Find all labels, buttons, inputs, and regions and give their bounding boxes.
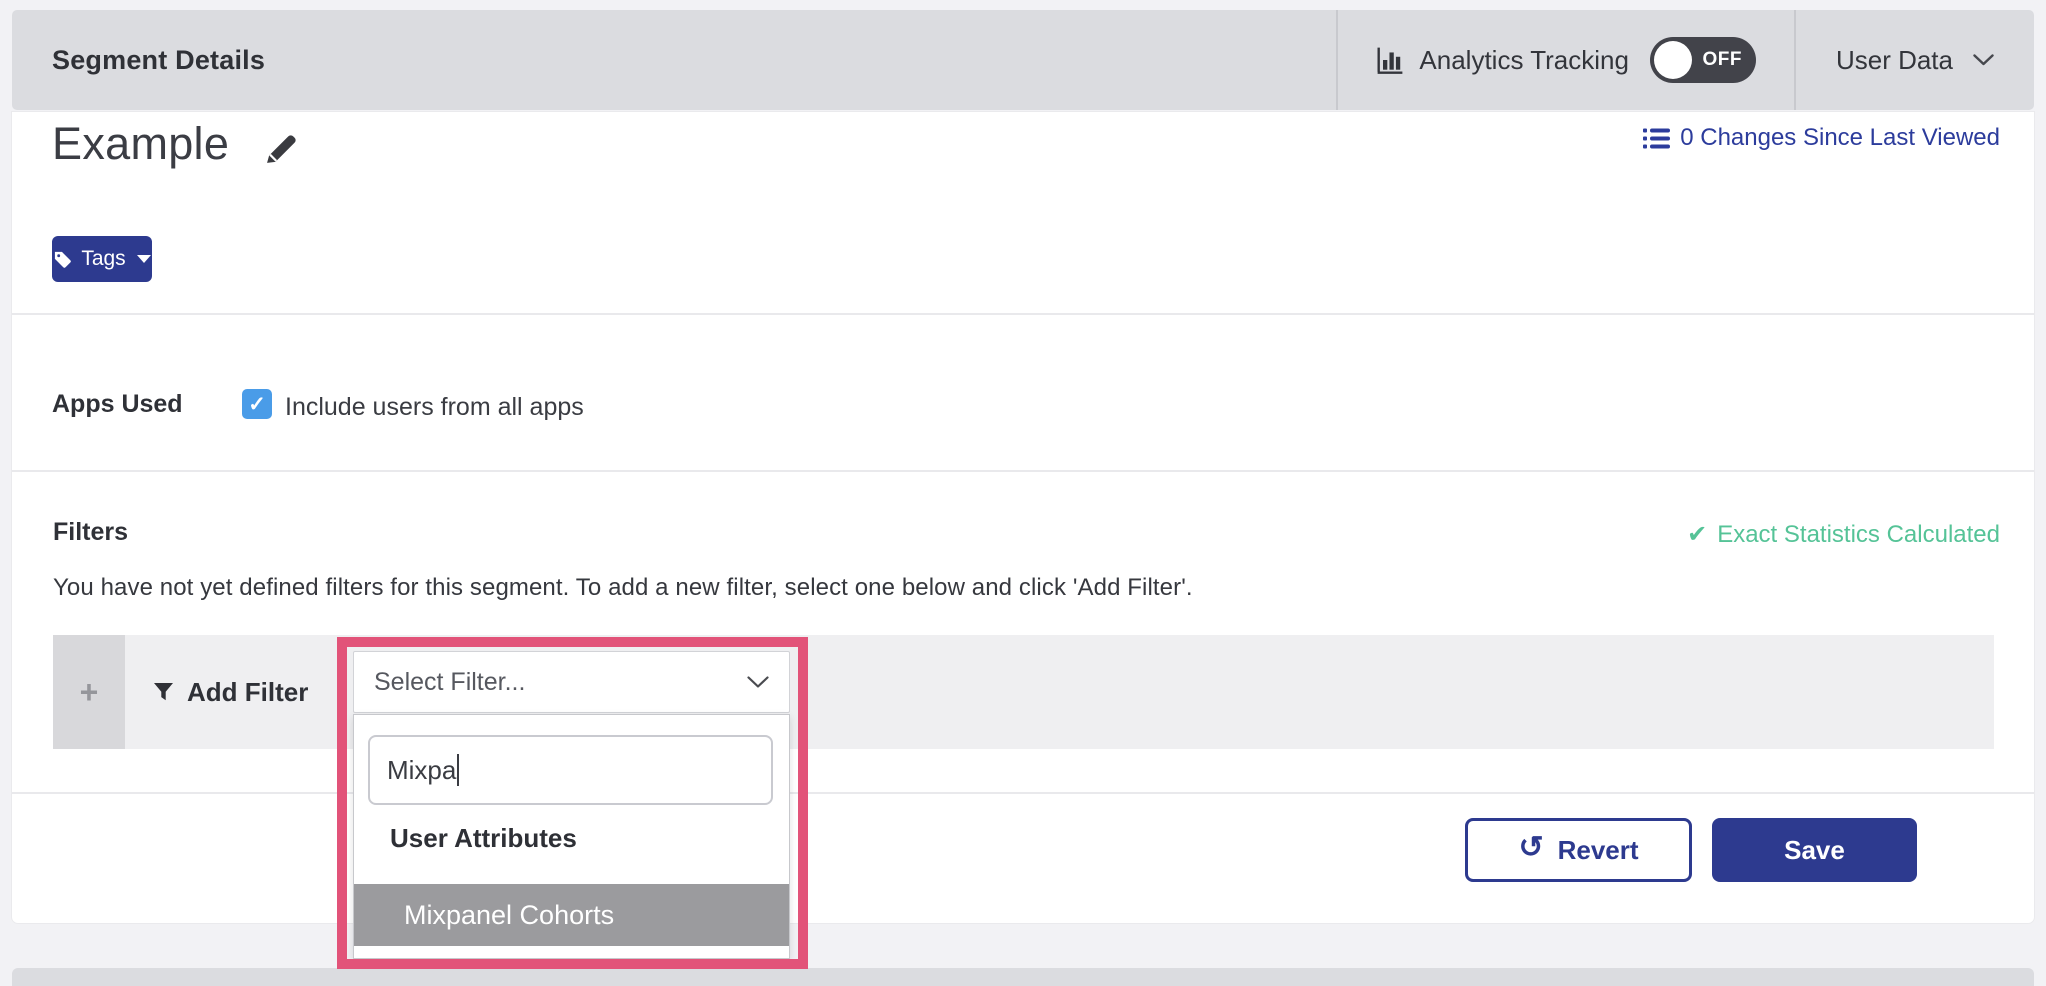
bar-chart-icon <box>1376 46 1404 74</box>
changes-link-label: 0 Changes Since Last Viewed <box>1680 124 2000 152</box>
text-cursor <box>457 754 459 786</box>
user-data-dropdown[interactable]: User Data <box>1796 45 2034 76</box>
segment-name: Example <box>52 118 229 170</box>
save-button-label: Save <box>1784 835 1845 866</box>
undo-icon: ↺ <box>1518 833 1543 863</box>
filters-heading: Filters <box>53 518 128 547</box>
section-divider <box>12 792 2034 794</box>
check-icon: ✔ <box>1687 523 1707 547</box>
changes-since-last-viewed-link[interactable]: 0 Changes Since Last Viewed <box>1643 124 2000 152</box>
add-filter-plus-button[interactable]: + <box>53 635 125 749</box>
apps-used-label: Apps Used <box>52 390 183 419</box>
exact-statistics-label: Exact Statistics Calculated <box>1717 521 2000 549</box>
check-icon: ✓ <box>248 392 266 417</box>
filter-funnel-icon <box>153 682 174 702</box>
include-all-apps-checkbox[interactable]: ✓ <box>242 389 272 419</box>
revert-button[interactable]: ↺ Revert <box>1465 818 1692 882</box>
user-data-label: User Data <box>1836 45 1953 76</box>
dropdown-group-header: User Attributes <box>390 823 577 854</box>
change-list-icon <box>1643 128 1670 149</box>
filters-empty-message: You have not yet defined filters for thi… <box>53 574 1193 602</box>
chevron-down-icon <box>1973 54 1994 66</box>
analytics-tracking-toggle[interactable]: OFF <box>1650 37 1756 83</box>
section-divider <box>12 313 2034 315</box>
dropdown-option-mixpanel-cohorts[interactable]: Mixpanel Cohorts <box>354 884 789 946</box>
page-title: Segment Details <box>52 45 265 76</box>
include-all-apps-label: Include users from all apps <box>285 393 584 422</box>
filter-select-trigger[interactable]: Select Filter... <box>353 651 790 713</box>
analytics-tracking-control: Analytics Tracking OFF <box>1338 37 1794 83</box>
revert-button-label: Revert <box>1558 835 1639 866</box>
dropdown-option-label: Mixpanel Cohorts <box>404 900 614 931</box>
add-filter-row: + Add Filter <box>53 635 1994 749</box>
filter-select-dropdown: Mixpa User Attributes Mixpanel Cohorts <box>353 714 790 959</box>
toggle-knob <box>1654 41 1692 79</box>
filter-search-value: Mixpa <box>387 755 456 786</box>
segment-detail-card: Example 0 Changes Since Last Viewed <box>12 112 2034 923</box>
section-divider <box>12 470 2034 472</box>
add-filter-label-group: Add Filter <box>153 677 308 708</box>
tag-icon <box>53 250 72 269</box>
filter-select-placeholder: Select Filter... <box>374 668 525 697</box>
edit-name-pencil-icon[interactable] <box>262 130 300 168</box>
header-bar: Segment Details Analytics Tracking OFF U <box>12 10 2034 110</box>
exact-statistics-badge: ✔ Exact Statistics Calculated <box>1687 521 2000 549</box>
filter-search-input[interactable]: Mixpa <box>368 735 773 805</box>
tags-button[interactable]: Tags <box>52 236 152 282</box>
save-button[interactable]: Save <box>1712 818 1917 882</box>
tags-button-label: Tags <box>81 247 125 271</box>
toggle-state-label: OFF <box>1702 49 1742 71</box>
segment-details-page: Segment Details Analytics Tracking OFF U <box>0 0 2046 986</box>
next-section-header-bar <box>12 968 2034 986</box>
chevron-down-icon <box>747 676 769 689</box>
analytics-tracking-label: Analytics Tracking <box>1419 45 1629 76</box>
caret-down-icon <box>137 255 151 263</box>
add-filter-label: Add Filter <box>187 677 308 708</box>
